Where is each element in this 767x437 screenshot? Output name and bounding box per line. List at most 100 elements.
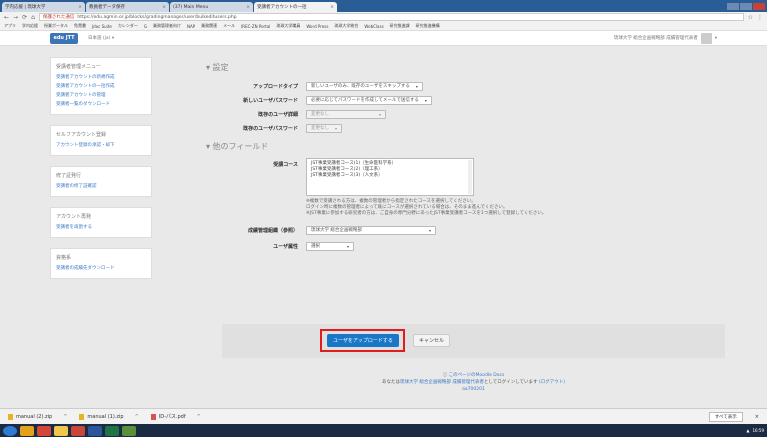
login-suffix: としてログインしています	[483, 380, 538, 385]
course-note: ※複数で受講される方は、複数の管理者から指定されたコースを選択してください。 ロ…	[306, 199, 716, 217]
sidebar-link[interactable]: 受講者一覧のダウンロード	[56, 100, 146, 109]
bookmark[interactable]: WebClass	[364, 24, 383, 29]
cancel-button[interactable]: キャンセル	[413, 334, 451, 347]
bookmark[interactable]: 研究推進課	[390, 23, 410, 29]
user-menu[interactable]: 琉球大学 総合企画戦略部 成績管理代表者 ▾	[614, 32, 717, 44]
bookmark[interactable]: Jdoc Suite	[92, 24, 112, 29]
back-icon[interactable]: ←	[4, 14, 9, 21]
bookmark[interactable]: 業務関連	[201, 23, 217, 29]
show-all-button[interactable]: すべて表示	[708, 411, 743, 422]
login-user-link[interactable]: 琉球大学 総合企画戦略部 成績管理代表者	[400, 380, 484, 385]
block-title: 修了証発行	[56, 173, 82, 179]
browser-tab[interactable]: 学内応援 | 琉球大学 ×	[2, 2, 85, 12]
attribute-select[interactable]: 選択 ▾	[306, 241, 354, 251]
bookmark[interactable]: 業務管理者向け	[153, 23, 181, 29]
other-fields-section-toggle[interactable]: ▾ 他のフィールド	[206, 141, 716, 152]
chevron-up-icon[interactable]: ^	[63, 414, 67, 420]
download-item[interactable]: manual (1).zip ^	[79, 413, 139, 420]
chevron-up-icon[interactable]: ^	[197, 414, 201, 420]
folder-icon[interactable]	[54, 425, 68, 436]
chevron-down-icon: ▾	[714, 35, 717, 41]
form-actions: ユーザをアップロードする キャンセル	[222, 324, 725, 358]
zip-file-icon	[79, 413, 85, 420]
maximize-icon[interactable]	[740, 3, 752, 10]
acrobat-icon[interactable]	[71, 425, 85, 436]
tab-label: (37) Main Menu	[173, 4, 209, 10]
tab-label: 受講者アカウントの一括	[257, 5, 307, 10]
sidebar-link[interactable]: 受講者アカウントの一括作成	[56, 82, 146, 91]
minimize-icon[interactable]	[727, 3, 739, 10]
chevron-up-icon[interactable]: ^	[135, 414, 139, 420]
home-icon[interactable]: ⌂	[31, 14, 35, 21]
browser-tab-active[interactable]: 受講者アカウントの一括 ×	[254, 2, 337, 12]
bookmark[interactable]: アプリ	[4, 23, 16, 29]
sidebar-link[interactable]: 受講者の修了証確認	[56, 182, 146, 191]
bookmark[interactable]: Word Press	[306, 24, 328, 29]
block-title: セルフアカウント登録	[56, 132, 107, 138]
scrollbar[interactable]	[468, 160, 472, 194]
sidebar-link[interactable]: 受講者を再割する	[56, 223, 146, 232]
course-listbox[interactable]: JST事業受講者コース(1)（生命医科学系） JST事業受講者コース(2)（理工…	[306, 158, 474, 196]
bookmark[interactable]: 琉球大学職員	[276, 23, 300, 29]
excel-icon[interactable]	[105, 425, 119, 436]
download-item[interactable]: manual (2).zip ^	[8, 413, 67, 420]
close-icon[interactable]: ×	[246, 5, 250, 10]
language-selector[interactable]: 日本語 (ja) ▾	[88, 35, 114, 41]
forward-icon[interactable]: →	[13, 14, 18, 21]
download-item[interactable]: ID-パス.pdf ^	[150, 413, 201, 420]
bookmark[interactable]: 琉球大学総合	[334, 23, 358, 29]
logout-link[interactable]: (ログアウト)	[539, 380, 565, 385]
close-icon[interactable]: ×	[755, 414, 759, 420]
bookmark[interactable]: メール	[223, 23, 235, 29]
site-logo[interactable]: edu JTT	[50, 32, 78, 44]
moodle-docs-link[interactable]: このページのMoodle Docs	[449, 373, 505, 378]
bookmark[interactable]: カレンダー	[118, 23, 138, 29]
listbox-option[interactable]: JST事業受講者コース(3)（人文系）	[311, 173, 469, 179]
bookmark[interactable]: 授業ポータル	[44, 23, 68, 29]
org-select[interactable]: 琉球大学 総合企画戦略部 ▾	[306, 225, 436, 235]
sidebar-link[interactable]: アカウント登録の承認・却下	[56, 141, 146, 150]
attribute-label: ユーザ属性	[273, 243, 298, 250]
browser-ie-icon[interactable]	[20, 425, 34, 436]
star-icon[interactable]: ☆	[748, 14, 753, 21]
new-password-label: 新しいユーザパスワード	[243, 97, 298, 104]
bookmark[interactable]: NAP	[187, 24, 195, 29]
sidebar-link[interactable]: 受講者アカウントの管理	[56, 91, 146, 100]
sidebar-link[interactable]: 受講者の成績先ダウンロード	[56, 264, 146, 273]
close-icon[interactable]: ×	[78, 5, 82, 10]
clock[interactable]: 16:59	[752, 428, 764, 433]
sidebar-link[interactable]: 受講者アカウントの新規作成	[56, 73, 146, 82]
close-icon[interactable]: ×	[330, 5, 334, 10]
form-row: 既存のユーザ詳細 変更なし ▾	[206, 107, 716, 121]
existing-details-label: 既存のユーザ詳細	[258, 111, 298, 118]
chevron-down-icon: ▾	[335, 125, 338, 131]
url-input[interactable]: 保護された通信 https://edu.agmin.or.jp/blocks/g…	[38, 13, 744, 21]
footer-code-link[interactable]: aa700201	[462, 387, 485, 392]
bookmark[interactable]: G	[144, 24, 147, 29]
word-icon[interactable]	[88, 425, 102, 436]
menu-icon[interactable]: ⋮	[757, 14, 763, 21]
window-close-icon[interactable]	[753, 3, 765, 10]
close-icon[interactable]: ×	[162, 5, 166, 10]
download-name: manual (1).zip	[87, 413, 124, 420]
network-icon[interactable]: ▲	[746, 428, 749, 433]
chevron-down-icon: ▾	[378, 111, 381, 117]
upload-users-button[interactable]: ユーザをアップロードする	[327, 334, 399, 347]
reload-icon[interactable]: ⟳	[22, 14, 27, 21]
bookmark[interactable]: IREC-ZN Portal	[241, 24, 270, 29]
sidebar-block: 修了証発行 受講者の修了証確認	[50, 166, 152, 197]
browser-tab[interactable]: (37) Main Menu ×	[170, 2, 253, 12]
chrome-icon[interactable]	[37, 425, 51, 436]
chevron-down-icon: ▾	[424, 97, 427, 103]
settings-section-toggle[interactable]: ▾ 設定	[206, 62, 716, 73]
new-password-select[interactable]: 必要に応じてパスワードを作成してメールで送信する ▾	[306, 95, 432, 105]
browser-tab[interactable]: 教員者データ保存 ×	[86, 2, 169, 12]
upload-type-select[interactable]: 新しいユーザのみ、既存のユーザをスキップする ▾	[306, 81, 423, 91]
start-icon[interactable]	[3, 425, 17, 436]
bookmark[interactable]: 免責書	[74, 23, 86, 29]
existing-password-select: 変更なし ▾	[306, 123, 343, 133]
tab-label: 学内応援 | 琉球大学	[5, 5, 46, 10]
bookmark[interactable]: 学内応援	[22, 23, 38, 29]
app-icon[interactable]	[122, 425, 136, 436]
bookmark[interactable]: 研究推進機構	[416, 23, 440, 29]
